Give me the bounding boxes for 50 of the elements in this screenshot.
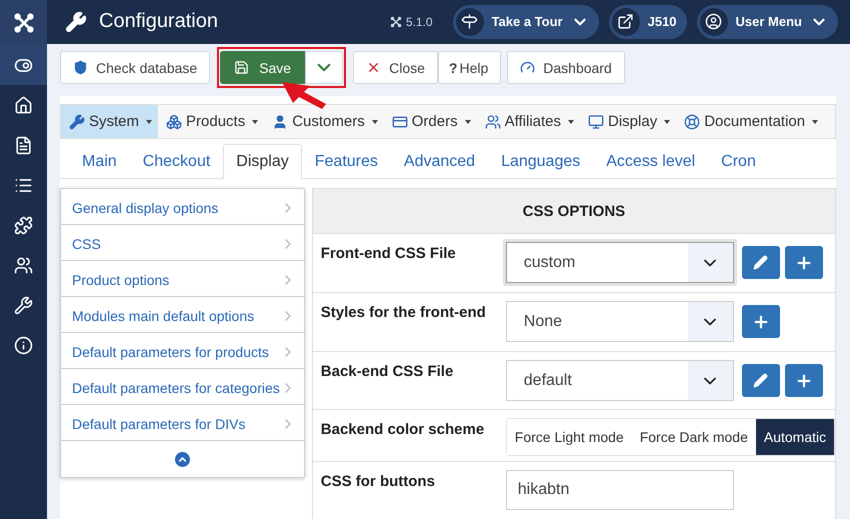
menu-item[interactable]: Customers [264, 105, 384, 138]
menu-item[interactable]: System [61, 105, 158, 138]
select-field[interactable]: None [506, 301, 734, 342]
menu-item[interactable]: Documentation [676, 105, 824, 138]
segment-option[interactable]: Automatic [756, 419, 834, 455]
tab[interactable]: Cron [708, 144, 769, 179]
toolbar-button[interactable]: Dashboard [507, 51, 625, 84]
header-button[interactable]: Take a Tour [452, 4, 599, 39]
section-link[interactable]: Default parameters for categories [72, 380, 280, 396]
header-button[interactable]: User Menu [696, 4, 838, 39]
toolbar-button[interactable]: Close [353, 51, 438, 84]
select-field[interactable]: custom [506, 242, 734, 283]
menu-item[interactable]: Affiliates [476, 105, 580, 138]
section-link[interactable]: Product options [72, 272, 170, 288]
version-text: 5.1.0 [406, 14, 433, 29]
section-list-item[interactable]: Default parameters for DIVs [61, 405, 304, 441]
section-link[interactable]: CSS [72, 236, 101, 252]
section-list-item[interactable]: Default parameters for products [61, 333, 304, 369]
toolbar-button[interactable]: Check database [60, 51, 210, 84]
select-field[interactable]: default [506, 360, 734, 401]
field-label: Styles for the front-end [320, 303, 487, 321]
menu-item[interactable]: Orders [384, 105, 477, 138]
tab[interactable]: Features [302, 144, 391, 179]
field-label: Back-end CSS File [320, 362, 454, 380]
tab[interactable]: Checkout [130, 144, 224, 179]
input-field[interactable]: hikabtn [506, 470, 734, 510]
tab[interactable]: Access level [593, 144, 708, 179]
tab[interactable]: Main [69, 144, 130, 179]
tab[interactable]: Languages [488, 144, 594, 179]
field-label: Backend color scheme [320, 420, 486, 438]
section-link[interactable]: Modules main default options [72, 308, 254, 324]
toolbar-button[interactable]: ?Help [438, 51, 502, 84]
section-list-item[interactable]: CSS [61, 225, 304, 261]
field-label: CSS for buttons [320, 472, 436, 490]
section-list-item[interactable]: Product options [61, 261, 304, 297]
tab[interactable]: Advanced [390, 144, 488, 179]
save-button[interactable]: Save [220, 51, 306, 84]
page-title: Configuration [99, 10, 219, 34]
panel-title: CSS OPTIONS [312, 189, 836, 233]
field-label: Front-end CSS File [320, 244, 457, 262]
menu-item[interactable]: Display [580, 105, 676, 138]
tab[interactable]: Display [223, 144, 302, 179]
section-link[interactable]: Default parameters for products [72, 344, 269, 360]
section-link[interactable]: Default parameters for DIVs [72, 416, 246, 432]
menu-item[interactable]: Products [158, 105, 264, 138]
section-list-item[interactable]: General display options [61, 189, 304, 225]
section-link[interactable]: General display options [72, 200, 218, 216]
section-list-item[interactable]: Modules main default options [61, 297, 304, 333]
header-button[interactable]: J510 [608, 4, 687, 39]
section-list-item[interactable]: Default parameters for categories [61, 369, 304, 405]
